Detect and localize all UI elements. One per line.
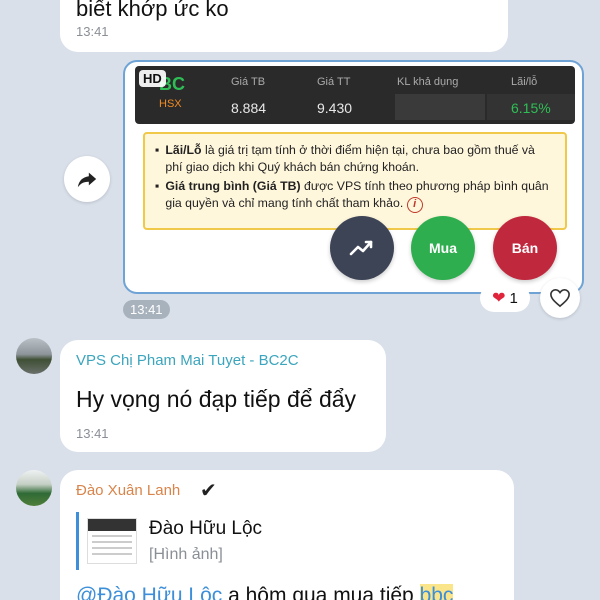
header-avg-price: Giá TB — [231, 76, 266, 88]
disclaimer-note: ▪ Lãi/Lỗ là giá trị tạm tính ở thời điểm… — [143, 132, 567, 230]
info-icon: i — [406, 197, 423, 213]
message-bubble[interactable]: Đào Xuân Lanh ✔ Đào Hữu Lộc [Hình ảnh] @… — [60, 470, 514, 600]
message-bubble[interactable]: VPS Chị Pham Mai Tuyet - BC2C Hy vọng nó… — [60, 340, 386, 452]
trend-chart-icon — [349, 240, 373, 256]
current-price-value: 9.430 — [317, 100, 353, 116]
mention-link[interactable]: @Đào Hữu Lộc — [76, 584, 222, 600]
hd-badge: HD — [139, 70, 166, 87]
reaction-count: 1 — [509, 289, 518, 307]
reply-sender-name: Đào Hữu Lộc — [149, 518, 263, 539]
heart-reaction-icon: ❤ — [492, 290, 506, 307]
note-bullet: ▪ Lãi/Lỗ là giá trị tạm tính ở thời điểm… — [155, 143, 535, 174]
message-time: 13:41 — [123, 300, 170, 319]
note-term: Lãi/Lỗ — [165, 143, 202, 157]
note-text: là giá trị tạm tính ở thời điểm hiện tại… — [165, 143, 535, 174]
message-text-rest: a hôm qua mua tiếp — [222, 584, 420, 600]
header-current-price: Giá TT — [317, 76, 351, 88]
available-volume-redacted — [395, 94, 485, 120]
note-term: Giá trung bình (Giá TB) — [165, 179, 301, 193]
chart-button[interactable] — [330, 216, 394, 280]
reply-thumbnail — [87, 518, 137, 564]
sell-button[interactable]: Bán — [493, 216, 557, 280]
like-button[interactable] — [540, 278, 580, 318]
reaction-pill[interactable]: ❤ 1 — [480, 284, 530, 312]
header-available-volume: KL khả dụng — [397, 76, 459, 88]
header-pnl: Lãi/lỗ — [511, 76, 538, 88]
message-time: 13:41 — [76, 24, 109, 39]
buy-button[interactable]: Mua — [411, 216, 475, 280]
verified-check-icon: ✔ — [200, 480, 217, 502]
pnl-value: 6.15% — [511, 100, 551, 116]
avatar[interactable] — [16, 338, 52, 374]
reply-preview[interactable]: Đào Hữu Lộc [Hình ảnh] — [76, 512, 406, 570]
message-time: 13:41 — [76, 426, 109, 441]
sender-name[interactable]: VPS Chị Pham Mai Tuyet - BC2C — [76, 352, 299, 369]
stock-summary: BC HSX Giá TB Giá TT KL khả dụng Lãi/lỗ … — [135, 66, 575, 124]
message-text: Hy vọng nó đạp tiếp để đẩy — [76, 386, 357, 412]
avg-price-value: 8.884 — [231, 100, 267, 116]
note-bullet: ▪ Giá trung bình (Giá TB) được VPS tính … — [155, 178, 555, 213]
image-message[interactable]: BC HSX Giá TB Giá TT KL khả dụng Lãi/lỗ … — [123, 60, 584, 294]
share-arrow-icon — [77, 172, 97, 188]
reply-content-type: [Hình ảnh] — [149, 546, 223, 563]
message-bubble-top[interactable]: biết khớp ức ko 13:41 — [60, 0, 508, 52]
share-button[interactable] — [64, 156, 110, 202]
sender-name[interactable]: Đào Xuân Lanh — [76, 482, 180, 499]
heart-outline-icon — [550, 288, 570, 308]
message-text: biết khớp ức ko — [76, 0, 229, 21]
avatar[interactable] — [16, 470, 52, 506]
message-text: @Đào Hữu Lộc a hôm qua mua tiếp bbc — [76, 584, 454, 600]
highlighted-term[interactable]: bbc — [419, 584, 454, 600]
stock-exchange: HSX — [159, 98, 182, 110]
